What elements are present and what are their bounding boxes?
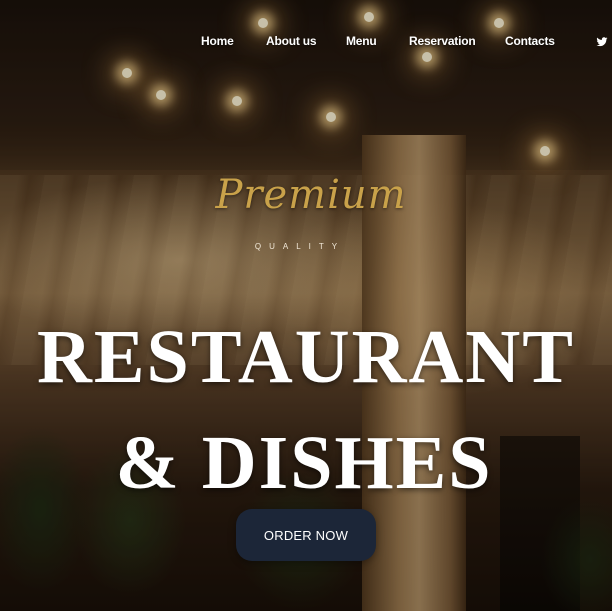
premium-script-title: Premium <box>215 172 407 218</box>
hero-section: Home About us Menu Reservation Contacts … <box>0 0 612 611</box>
hero-title-line1: Restaurant <box>36 314 575 399</box>
twitter-icon[interactable] <box>596 35 608 47</box>
order-now-button[interactable]: ORDER NOW <box>236 509 376 561</box>
main-nav: Home About us Menu Reservation Contacts <box>0 34 612 52</box>
hero-title-line2: & Dishes <box>115 420 493 505</box>
nav-menu[interactable]: Menu <box>346 34 377 48</box>
nav-home[interactable]: Home <box>201 34 234 48</box>
nav-contacts[interactable]: Contacts <box>505 34 555 48</box>
nav-reservation[interactable]: Reservation <box>409 34 476 48</box>
nav-about-us[interactable]: About us <box>266 34 317 48</box>
quality-tagline: QUALITY <box>254 242 346 251</box>
